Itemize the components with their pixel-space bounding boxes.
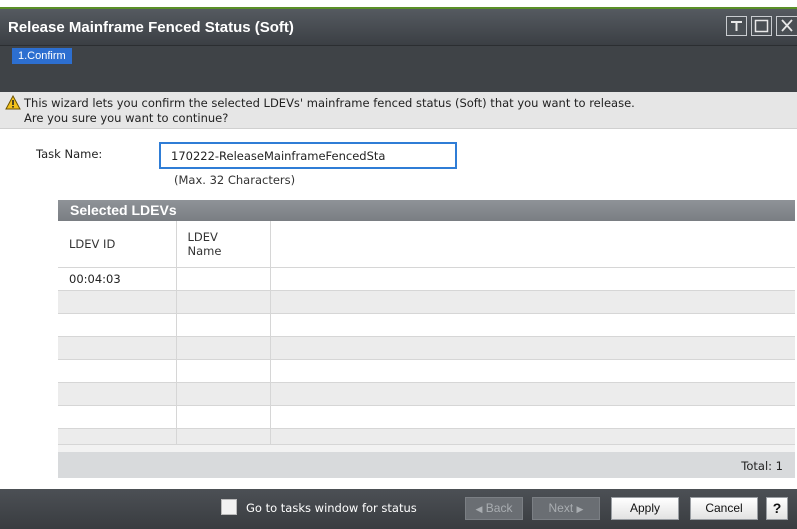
cell-ldev-name	[176, 290, 271, 314]
task-name-hint: (Max. 32 Characters)	[174, 173, 296, 187]
info-message: This wizard lets you confirm the selecte…	[0, 92, 797, 129]
total-value: 1	[775, 459, 783, 473]
chevron-left-icon: ◀	[475, 504, 483, 514]
apply-button[interactable]: Apply	[611, 497, 679, 520]
cell-ldev-name	[176, 382, 271, 406]
task-name-label: Task Name:	[36, 147, 103, 161]
warning-icon	[5, 94, 21, 113]
column-header-ldev-name-label: LDEV Name	[187, 229, 222, 258]
top-accent-line	[0, 0, 797, 9]
cell-filler	[270, 428, 795, 445]
cell-ldev-name	[176, 405, 271, 429]
next-button-label: Next	[548, 501, 574, 515]
table-row	[58, 382, 795, 406]
cell-filler	[270, 382, 795, 406]
cell-ldev-name	[176, 359, 271, 383]
cell-ldev-name	[176, 267, 271, 291]
cell-filler	[270, 313, 795, 337]
table-row	[58, 405, 795, 429]
wizard-title-bar: Release Mainframe Fenced Status (Soft)	[0, 9, 797, 46]
chevron-right-icon: ▶	[576, 504, 584, 514]
cell-filler	[270, 336, 795, 360]
table-header-row: LDEV ID LDEV Name	[58, 221, 795, 268]
column-header-ldev-name[interactable]: LDEV Name	[176, 221, 271, 268]
cell-ldev-name	[176, 428, 271, 445]
cell-filler	[270, 267, 795, 291]
cell-ldev-id	[58, 336, 177, 360]
cell-ldev-id	[58, 313, 177, 337]
table-row	[58, 313, 795, 337]
table-row[interactable]: 00:04:03	[58, 267, 795, 291]
info-text-line2: Are you sure you want to continue?	[24, 111, 229, 125]
total-count: Total: 1	[741, 459, 783, 473]
go-to-tasks-label[interactable]: Go to tasks window for status	[246, 501, 417, 515]
cell-ldev-id: 00:04:03	[58, 267, 177, 291]
back-button-label: Back	[485, 501, 513, 515]
help-button[interactable]: ?	[766, 497, 788, 520]
cell-ldev-id	[58, 428, 177, 445]
cell-ldev-id	[58, 359, 177, 383]
total-label: Total:	[741, 459, 773, 473]
back-button[interactable]: ◀ Back	[465, 497, 523, 520]
column-header-ldev-id[interactable]: LDEV ID	[58, 221, 177, 268]
table-row	[58, 290, 795, 314]
pin-icon[interactable]	[726, 16, 747, 36]
maximize-icon[interactable]	[751, 16, 772, 36]
wizard-title: Release Mainframe Fenced Status (Soft)	[8, 19, 294, 36]
close-icon[interactable]	[776, 16, 797, 36]
cell-ldev-id	[58, 290, 177, 314]
selected-ldevs-table: LDEV ID LDEV Name 00:04:03	[58, 221, 795, 445]
table-row	[58, 336, 795, 360]
selected-ldevs-header: Selected LDEVs	[58, 200, 795, 221]
task-name-input[interactable]	[159, 142, 457, 169]
table-total-bar: Total: 1	[58, 452, 795, 478]
next-button[interactable]: Next ▶	[532, 497, 600, 520]
table-row	[58, 359, 795, 383]
wizard-step-bar: 1.Confirm	[0, 46, 797, 92]
go-to-tasks-checkbox[interactable]	[221, 499, 237, 515]
cell-filler	[270, 359, 795, 383]
selected-ldevs-panel: Selected LDEVs LDEV ID LDEV Name 00:04:0…	[58, 200, 795, 478]
wizard-footer: Go to tasks window for status ◀ Back Nex…	[0, 489, 797, 529]
cell-ldev-id	[58, 405, 177, 429]
cell-filler	[270, 405, 795, 429]
info-text-line1: This wizard lets you confirm the selecte…	[24, 96, 635, 110]
column-header-filler	[270, 221, 795, 268]
cancel-button[interactable]: Cancel	[690, 497, 758, 520]
step-confirm[interactable]: 1.Confirm	[12, 48, 72, 64]
table-row	[58, 428, 795, 445]
cell-ldev-name	[176, 313, 271, 337]
selected-ldevs-title: Selected LDEVs	[70, 202, 177, 218]
cell-filler	[270, 290, 795, 314]
cell-ldev-id	[58, 382, 177, 406]
cell-ldev-name	[176, 336, 271, 360]
